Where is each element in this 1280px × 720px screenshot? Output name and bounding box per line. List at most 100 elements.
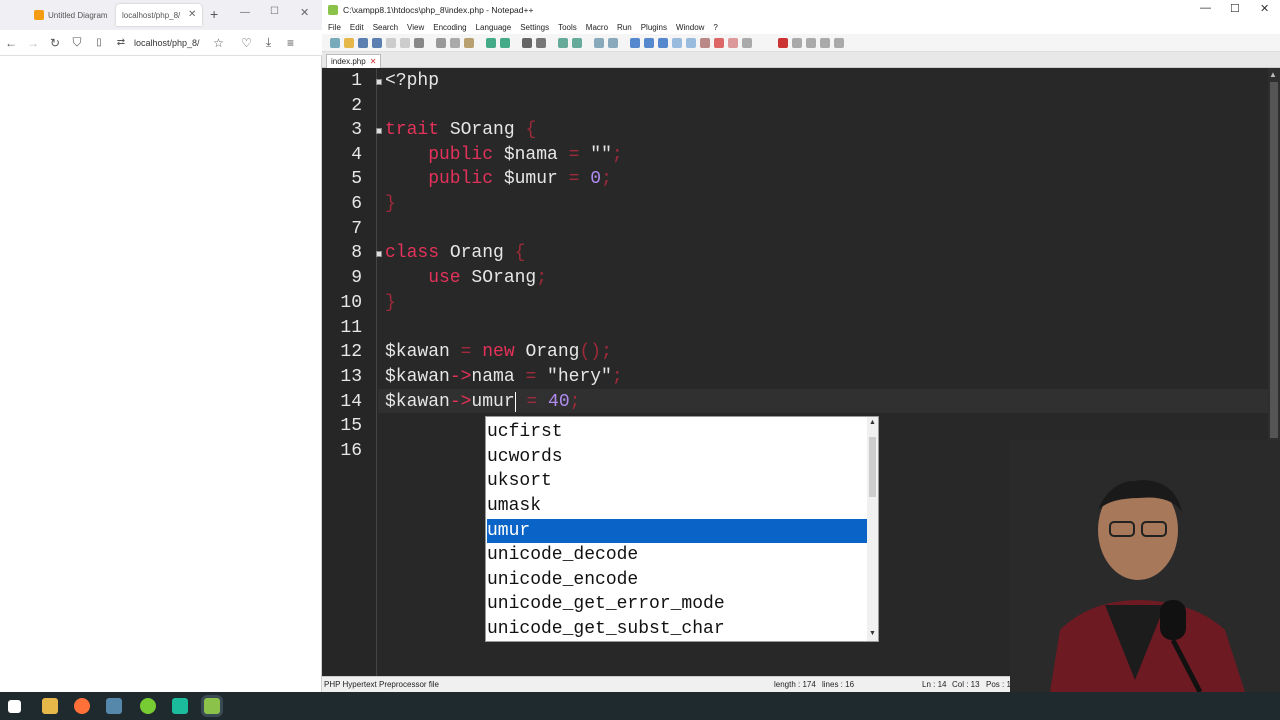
- zoom-out-icon[interactable]: [572, 38, 582, 48]
- autocomplete-item[interactable]: unicode_decode: [487, 543, 868, 567]
- save-macro-icon[interactable]: [834, 38, 844, 48]
- scroll-down-icon[interactable]: ▼: [869, 630, 876, 637]
- folder-workspace-icon[interactable]: [714, 38, 724, 48]
- autocomplete-item[interactable]: unicode_get_subst_char: [487, 617, 868, 641]
- forward-icon[interactable]: →: [22, 36, 44, 50]
- notepad-plus-plus-taskbar-icon[interactable]: [204, 698, 220, 714]
- save-icon[interactable]: [358, 38, 368, 48]
- paste-icon[interactable]: [464, 38, 474, 48]
- menu-file[interactable]: File: [328, 23, 341, 32]
- app-icon[interactable]: [172, 698, 188, 714]
- autocomplete-item-selected[interactable]: umur: [487, 519, 868, 543]
- window-title: C:\xampp8.1\htdocs\php_8\index.php - Not…: [343, 5, 534, 15]
- tab-index-php[interactable]: index.php ✕: [326, 54, 382, 68]
- stop-macro-icon[interactable]: [792, 38, 802, 48]
- menu-language[interactable]: Language: [476, 23, 512, 32]
- menu-plugins[interactable]: Plugins: [641, 23, 667, 32]
- sync-v-icon[interactable]: [594, 38, 604, 48]
- close-tab-icon[interactable]: ✕: [188, 9, 196, 20]
- show-all-chars-icon[interactable]: [644, 38, 654, 48]
- autocomplete-item[interactable]: ucwords: [487, 445, 868, 469]
- menu-macro[interactable]: Macro: [586, 23, 608, 32]
- open-file-icon[interactable]: [344, 38, 354, 48]
- permissions-icon[interactable]: ⇄: [110, 37, 132, 48]
- autocomplete-item[interactable]: uksort: [487, 469, 868, 493]
- scroll-up-icon[interactable]: ▲: [869, 419, 876, 426]
- operator: =: [460, 342, 472, 362]
- record-macro-icon[interactable]: [778, 38, 788, 48]
- scrollbar-thumb[interactable]: [1270, 82, 1278, 438]
- reload-icon[interactable]: ↻: [44, 36, 66, 50]
- save-all-icon[interactable]: [372, 38, 382, 48]
- print-icon[interactable]: [414, 38, 424, 48]
- pocket-icon[interactable]: ♡: [236, 36, 258, 50]
- maximize-icon[interactable]: ☐: [1230, 2, 1240, 15]
- replace-icon[interactable]: [536, 38, 546, 48]
- url-field[interactable]: localhost/php_8/: [134, 38, 200, 48]
- close-window-icon[interactable]: ✕: [300, 6, 309, 19]
- menu-encoding[interactable]: Encoding: [433, 23, 466, 32]
- eye-icon[interactable]: [742, 38, 752, 48]
- fold-marker-icon[interactable]: [376, 128, 382, 134]
- menu-search[interactable]: Search: [373, 23, 398, 32]
- undo-icon[interactable]: [486, 38, 496, 48]
- cut-icon[interactable]: [436, 38, 446, 48]
- autocomplete-item[interactable]: umask: [487, 494, 868, 518]
- maximize-icon[interactable]: ☐: [270, 6, 279, 17]
- menu-tools[interactable]: Tools: [558, 23, 577, 32]
- browser-tab-untitled-diagram[interactable]: Untitled Diagram: [28, 4, 110, 26]
- udl-icon[interactable]: [672, 38, 682, 48]
- fold-marker-icon[interactable]: [376, 251, 382, 257]
- menu-run[interactable]: Run: [617, 23, 632, 32]
- autocomplete-item[interactable]: unicode_get_error_mode: [487, 592, 868, 616]
- menu-help[interactable]: ?: [713, 23, 717, 32]
- firefox-icon[interactable]: [74, 698, 90, 714]
- run-macro-multiple-icon[interactable]: [820, 38, 830, 48]
- autocomplete-item[interactable]: ucfirst: [487, 420, 868, 444]
- function-list-icon[interactable]: [700, 38, 710, 48]
- identifier: SOrang: [439, 120, 526, 140]
- zoom-in-icon[interactable]: [558, 38, 568, 48]
- doc-map-icon[interactable]: [686, 38, 696, 48]
- identifier: SOrang: [460, 268, 537, 288]
- menu-window[interactable]: Window: [676, 23, 704, 32]
- back-icon[interactable]: ←: [0, 36, 22, 50]
- menu-settings[interactable]: Settings: [520, 23, 549, 32]
- autocomplete-list[interactable]: ucfirst ucwords uksort umask umur unicod…: [485, 416, 879, 642]
- new-tab-button[interactable]: +: [210, 6, 218, 22]
- file-explorer-icon[interactable]: [42, 698, 58, 714]
- close-all-icon[interactable]: [400, 38, 410, 48]
- autocomplete-scrollbar[interactable]: ▲ ▼: [867, 417, 878, 641]
- semicolon: ;: [569, 392, 581, 412]
- shield-icon[interactable]: ⛉: [66, 35, 88, 50]
- fold-marker-icon[interactable]: [376, 79, 382, 85]
- windows-start-icon[interactable]: [8, 700, 21, 713]
- new-file-icon[interactable]: [330, 38, 340, 48]
- indent-guide-icon[interactable]: [658, 38, 668, 48]
- copy-icon[interactable]: [450, 38, 460, 48]
- utorrent-icon[interactable]: [140, 698, 156, 714]
- close-window-icon[interactable]: ✕: [1260, 2, 1269, 15]
- download-icon[interactable]: ⤓: [258, 35, 280, 50]
- minimize-icon[interactable]: —: [1200, 2, 1211, 14]
- sync-h-icon[interactable]: [608, 38, 618, 48]
- close-file-icon[interactable]: [386, 38, 396, 48]
- word-wrap-icon[interactable]: [630, 38, 640, 48]
- scrollbar-thumb[interactable]: [869, 437, 876, 497]
- monitoring-icon[interactable]: [728, 38, 738, 48]
- redo-icon[interactable]: [500, 38, 510, 48]
- tab-label: localhost/php_8/: [122, 10, 181, 20]
- menu-view[interactable]: View: [407, 23, 424, 32]
- menu-edit[interactable]: Edit: [350, 23, 364, 32]
- play-macro-icon[interactable]: [806, 38, 816, 48]
- find-icon[interactable]: [522, 38, 532, 48]
- bookmark-star-icon[interactable]: ☆: [208, 36, 230, 50]
- app-icon[interactable]: [106, 698, 122, 714]
- line-number: 16: [340, 441, 362, 461]
- minimize-icon[interactable]: —: [240, 7, 250, 18]
- close-tab-icon[interactable]: ✕: [370, 57, 377, 66]
- menu-icon[interactable]: ≡: [280, 36, 302, 50]
- autocomplete-item[interactable]: unicode_encode: [487, 568, 868, 592]
- line-number: 11: [340, 318, 362, 338]
- scroll-up-icon[interactable]: ▲: [1269, 70, 1277, 79]
